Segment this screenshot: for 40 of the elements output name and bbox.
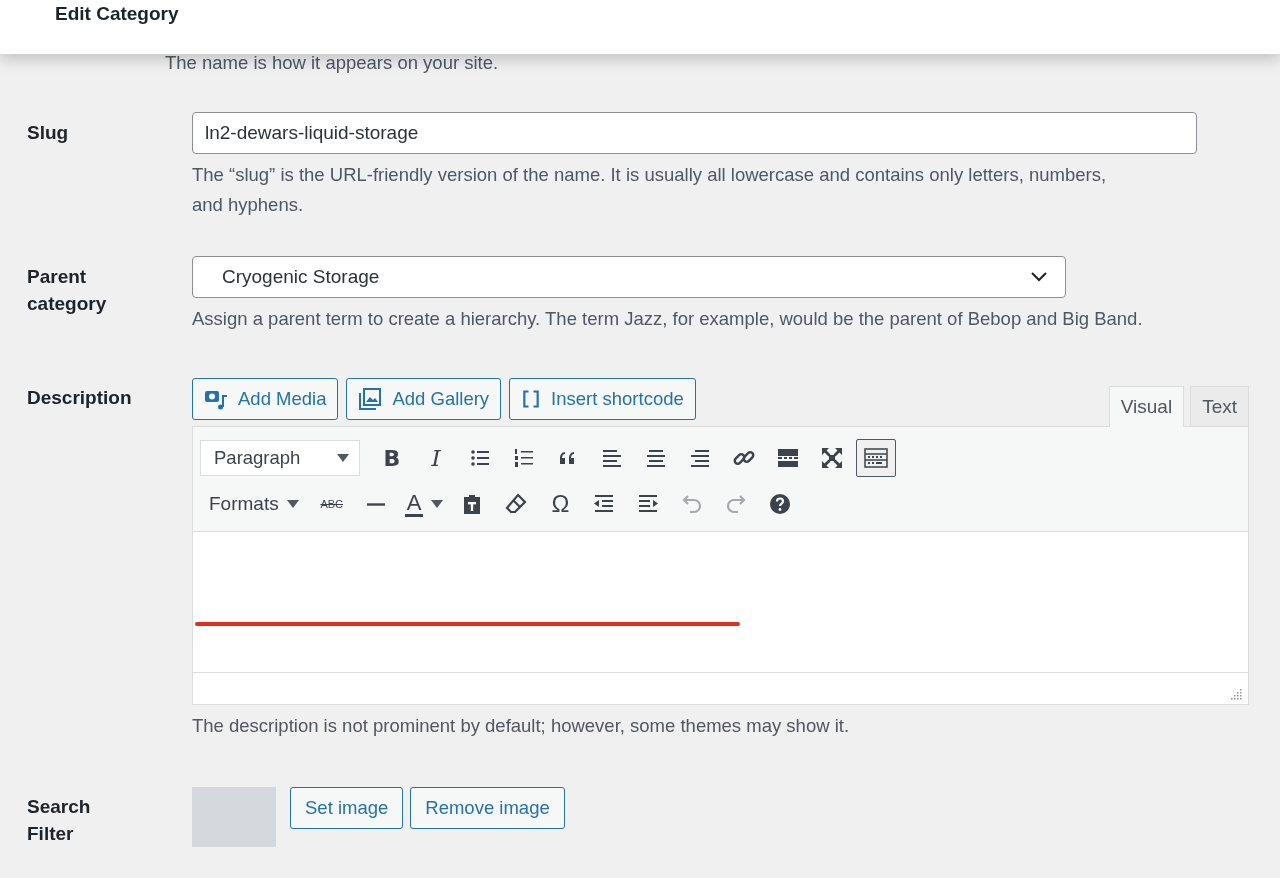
- horizontal-line-icon: [366, 502, 385, 506]
- italic-button[interactable]: I: [416, 439, 456, 477]
- brackets-icon: [521, 387, 542, 411]
- help-icon: [768, 492, 793, 516]
- eraser-icon: [504, 492, 529, 516]
- parent-category-select[interactable]: Cryogenic Storage: [192, 256, 1066, 298]
- help-text: The name is how it appears on your site.: [164, 51, 500, 75]
- editor-tab[interactable]: Text: [1190, 386, 1249, 426]
- help-text: Assign a parent term to create a hierarchy. The term Jazz, for example, would be the parent of Bebop and Big Band.: [192, 307, 1144, 331]
- page-title: Edit Category: [55, 2, 179, 25]
- field-label: Slug: [27, 121, 70, 145]
- formats-dropdown[interactable]: Formats: [200, 485, 308, 523]
- help-text: The “slug” is the URL-friendly version of the name. It is usually all lowercase and contains only letters, numbers, and hyphens.: [192, 163, 1107, 217]
- text-color-button[interactable]: A: [399, 485, 449, 523]
- field-label: Parent category: [27, 265, 108, 316]
- read-more-icon: [776, 446, 800, 470]
- toolbar-toggle-icon: [862, 446, 890, 470]
- media-button[interactable]: Add Media: [192, 378, 339, 420]
- caret-icon: [431, 500, 444, 508]
- image-button[interactable]: Remove image: [410, 787, 565, 829]
- bold-button[interactable]: B: [372, 439, 412, 477]
- fullscreen-icon: [820, 446, 844, 470]
- field-label: Description: [27, 386, 133, 410]
- media-button[interactable]: Add Gallery: [346, 378, 502, 420]
- chevron-down-icon: [1031, 272, 1047, 282]
- gallery-icon: [358, 387, 383, 411]
- caret-icon: [337, 454, 349, 462]
- toolbar-button[interactable]: [856, 439, 896, 477]
- field-label: Search Filter: [27, 795, 92, 846]
- editor-tab[interactable]: Visual: [1108, 386, 1185, 427]
- caret-icon: [286, 500, 299, 508]
- numbered-list-icon: [512, 446, 536, 470]
- resize-handle-icon: [1231, 688, 1242, 700]
- paragraph-format-select[interactable]: Paragraph: [200, 440, 360, 476]
- strikethrough-button[interactable]: ABC: [311, 485, 352, 523]
- special-character-button[interactable]: Ω: [540, 485, 581, 523]
- image-button[interactable]: Set image: [290, 787, 404, 829]
- slug-input[interactable]: ln2-dewars-liquid-storage: [192, 112, 1197, 154]
- media-button[interactable]: Insert shortcode: [509, 378, 696, 420]
- help-text: The description is not prominent by default; however, some themes may show it.: [192, 714, 851, 738]
